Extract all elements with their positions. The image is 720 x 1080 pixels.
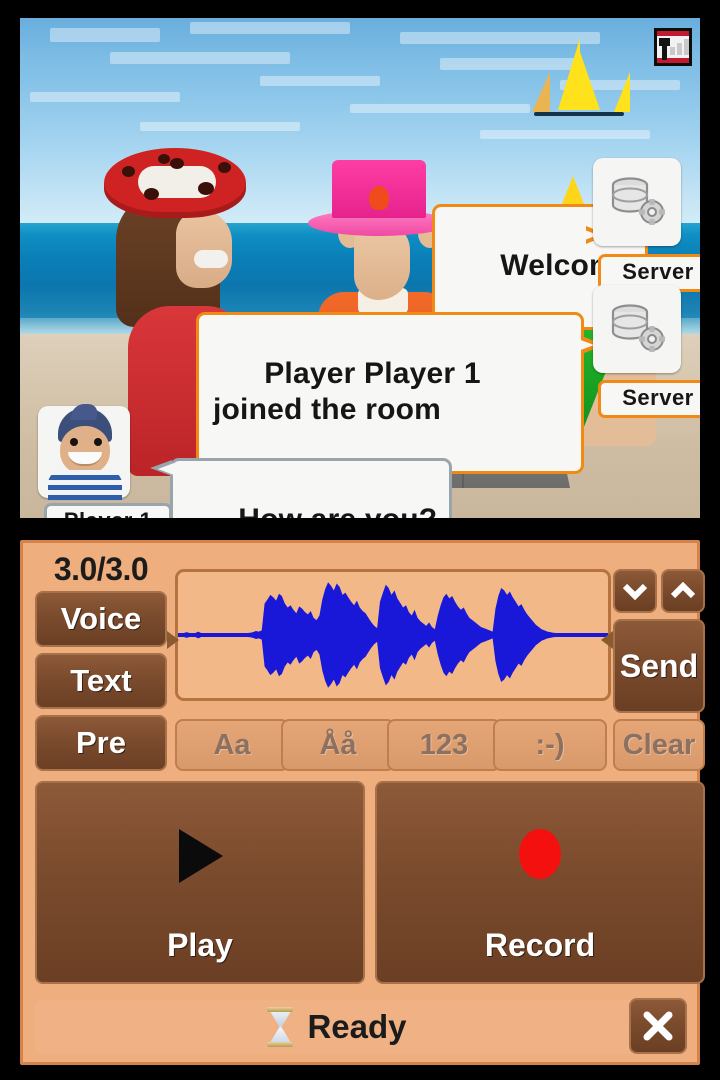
scroll-down-button[interactable] — [613, 569, 657, 613]
cloud — [140, 122, 300, 131]
waveform-svg — [178, 582, 608, 688]
play-button[interactable]: Play — [35, 781, 365, 984]
sail-large-right — [578, 46, 600, 110]
hat-spot — [144, 188, 159, 200]
keyboard-emoticons-label: :-) — [535, 728, 565, 761]
signal-antenna-head — [659, 38, 670, 46]
recording-duration: 3.0/3.0 — [53, 550, 149, 587]
text-mode-label: Text — [70, 663, 132, 698]
keyboard-emoticons-button[interactable]: :-) — [493, 719, 607, 771]
bubble-tail-fill — [578, 339, 594, 351]
player1-avatar — [38, 404, 130, 500]
cloud — [110, 52, 290, 64]
avatar-eye — [70, 438, 78, 446]
signal-bar-1 — [670, 47, 675, 55]
bubble-tail-fill — [158, 463, 174, 475]
keyboard-latin-button[interactable]: Aa — [175, 719, 289, 771]
chat-bubble-text: Player Player 1 joined the room — [213, 357, 490, 426]
cloud — [50, 28, 160, 42]
cloud — [350, 104, 530, 113]
scroll-up-button[interactable] — [661, 569, 705, 613]
chevron-up-icon — [670, 582, 696, 599]
record-label: Record — [484, 927, 596, 963]
hourglass-icon — [267, 1007, 294, 1047]
send-label: Send — [619, 647, 699, 684]
pre-mode-label: Pre — [76, 725, 126, 760]
avatar-hair-tuft — [70, 404, 100, 420]
waveform-display[interactable] — [175, 569, 611, 701]
chat-bubble-text: How are you? — [238, 503, 437, 518]
keyboard-accents-label: Åå — [319, 728, 357, 761]
record-button-inner: Record — [377, 783, 703, 982]
sail-jib — [532, 72, 550, 112]
hat-spot — [158, 154, 170, 164]
chevron-down-icon — [622, 583, 648, 600]
voice-mode-label: Voice — [60, 601, 142, 636]
keyboard-numbers-label: 123 — [419, 728, 469, 761]
send-button[interactable]: Send — [613, 619, 705, 713]
chat-bubble-howareyou: How are you? — [170, 458, 453, 518]
status-text: Ready — [307, 1008, 407, 1045]
boat-hull — [534, 112, 624, 116]
cloud — [190, 22, 350, 34]
keyboard-latin-label: Aa — [213, 728, 251, 761]
clear-button[interactable]: Clear — [613, 719, 705, 771]
clear-label: Clear — [622, 728, 696, 761]
avatar-face — [60, 426, 110, 474]
sailboat — [520, 38, 650, 138]
play-triangle-icon — [179, 829, 223, 883]
play-label: Play — [167, 927, 233, 963]
woman-mouth — [194, 250, 228, 268]
cloud — [260, 76, 380, 86]
keyboard-accents-button[interactable]: Åå — [281, 719, 395, 771]
server-avatar-1 — [593, 158, 681, 246]
voice-mode-button[interactable]: Voice — [35, 591, 167, 647]
hat-spot — [218, 162, 231, 173]
text-mode-button[interactable]: Text — [35, 653, 167, 709]
status-bar: Ready — [35, 1000, 639, 1054]
avatar-eye — [94, 438, 102, 446]
hourglass-glass — [270, 1012, 291, 1042]
play-button-inner: Play — [37, 783, 363, 982]
signal-bar-2 — [677, 43, 682, 55]
dealer-hat-gem — [369, 186, 389, 210]
cloud — [30, 92, 180, 102]
wave-right-nub — [601, 631, 613, 649]
chat-bubble-joined: Player Player 1 joined the room — [196, 312, 584, 474]
woman-hat — [104, 148, 246, 218]
woman-face — [176, 210, 232, 288]
pre-mode-button[interactable]: Pre — [35, 715, 167, 771]
hourglass-cap-bottom — [267, 1042, 294, 1047]
wifi-signal-icon — [654, 28, 692, 66]
server-name-tag-2: Server — [598, 380, 700, 418]
wave-left-nub — [167, 631, 179, 649]
server-database-icon — [611, 177, 665, 225]
signal-bar-3 — [684, 39, 689, 55]
signal-inner — [657, 31, 689, 63]
sail-large — [558, 38, 580, 110]
nintendo-ds-device: Welcome Server Player Player 1 joined th… — [0, 0, 720, 1080]
server-avatar-2 — [593, 285, 681, 373]
bottom-screen-chat-controls: 3.0/3.0 Voice Text Pre Send Aa Åå 123:-… — [20, 540, 705, 1065]
close-x-icon — [643, 1011, 673, 1041]
record-button[interactable]: Record — [375, 781, 705, 984]
record-dot-icon — [519, 829, 561, 879]
keyboard-numbers-button[interactable]: 123 — [387, 719, 501, 771]
player-avatar-icon — [38, 404, 130, 500]
hat-spot — [198, 182, 214, 195]
sail-mizzen — [614, 72, 630, 112]
server-database-icon — [611, 304, 665, 352]
hat-spot — [170, 158, 184, 169]
top-screen: Welcome Server Player Player 1 joined th… — [20, 18, 700, 518]
player1-name-tag: Player 1 — [44, 503, 172, 518]
avatar-shirt — [48, 470, 122, 500]
hourglass-cap-top — [267, 1007, 294, 1012]
close-button[interactable] — [629, 998, 687, 1054]
hat-spot — [122, 166, 135, 177]
